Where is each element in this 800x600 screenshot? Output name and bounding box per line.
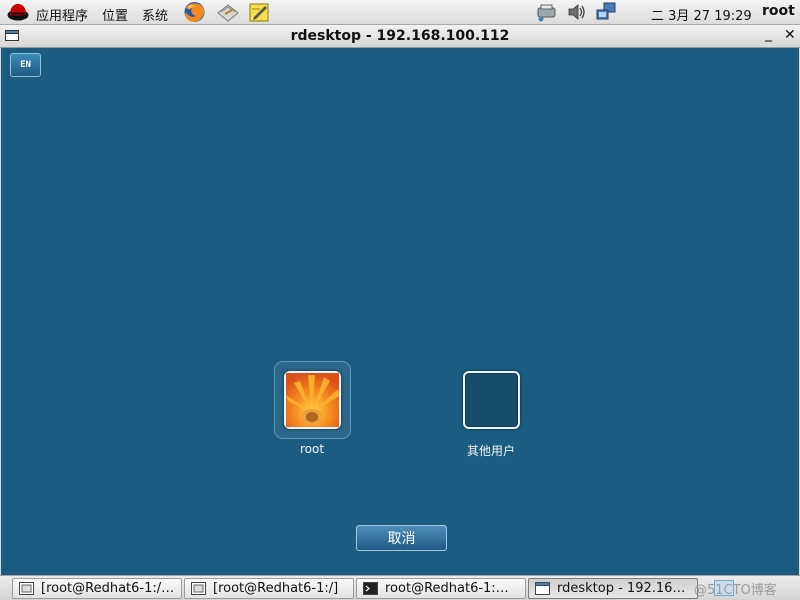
firefox-icon[interactable] [183,1,206,23]
terminal-icon [363,582,378,595]
minimize-button[interactable]: _ [765,26,772,42]
window-icon [19,582,34,595]
user-name-other: 其他用户 [466,444,515,458]
taskbar-item-terminal-3[interactable]: root@Redhat6-1:… [356,578,526,599]
user-name-root: root [299,442,325,456]
language-button[interactable]: EN [10,53,41,77]
menu-places[interactable]: 位置 [102,5,128,24]
window-title: rdesktop - 192.168.100.112 [290,28,510,44]
redhat-logo-icon[interactable] [7,3,29,22]
taskbar-label: [root@Redhat6-1:/… [41,581,175,596]
flower-avatar-icon [286,373,339,427]
menu-system[interactable]: 系统 [142,5,168,24]
clock[interactable]: 二 3月 27 19:29 [651,5,752,24]
taskbar: [root@Redhat6-1:/… [root@Redhat6-1:/] ro… [0,575,800,600]
taskbar-item-rdesktop[interactable]: rdesktop - 192.16… [528,578,698,599]
user-menu[interactable]: root [762,3,795,19]
mail-icon[interactable] [216,1,239,23]
note-editor-icon[interactable] [248,1,271,23]
window-icon [191,582,206,595]
network-printer-icon[interactable] [536,2,558,22]
avatar-root[interactable] [284,371,341,429]
window-icon [535,582,550,595]
remote-desktop-canvas[interactable]: EN root 其他用户 取消 [1,48,799,575]
network-icon[interactable] [595,2,617,22]
taskbar-item-terminal-1[interactable]: [root@Redhat6-1:/… [12,578,182,599]
window-titlebar[interactable]: rdesktop - 192.168.100.112 _ ✕ [0,25,800,48]
volume-icon[interactable] [566,2,588,22]
avatar-other-user[interactable] [463,371,520,429]
cancel-button[interactable]: 取消 [356,525,447,551]
taskbar-label: rdesktop - 192.16… [557,581,686,596]
taskbar-item-terminal-2[interactable]: [root@Redhat6-1:/] [184,578,354,599]
top-panel: 应用程序 位置 系统 二 3月 27 19:29 root [0,0,800,25]
taskbar-label: [root@Redhat6-1:/] [213,581,339,596]
menu-applications[interactable]: 应用程序 [36,5,88,24]
close-button[interactable]: ✕ [784,27,796,43]
watermark: @51CTO博客 [694,583,777,598]
taskbar-label: root@Redhat6-1:… [385,581,509,596]
